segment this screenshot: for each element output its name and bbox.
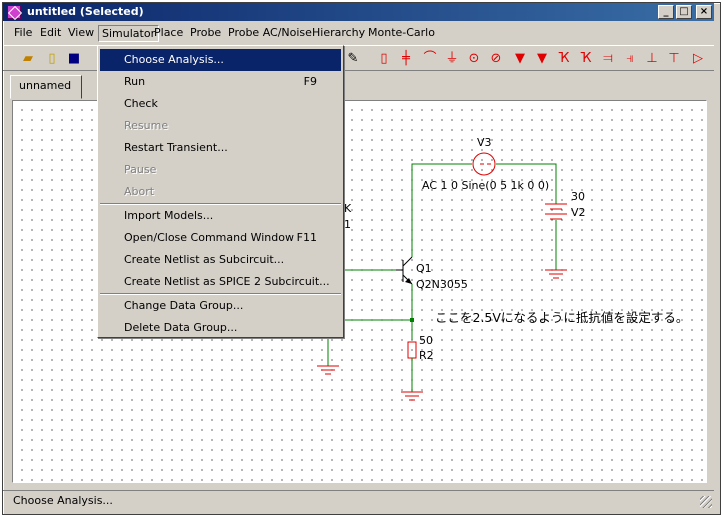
menu-item-resume: Resume — [124, 119, 169, 132]
menu-item-pause: Pause — [124, 163, 157, 176]
ground-symbol — [545, 269, 567, 279]
annotation-text: ここを2.5Vになるように抵抗値を設定する。 — [435, 310, 688, 325]
wire — [411, 163, 472, 257]
v2-battery — [545, 203, 567, 220]
ground-symbol — [317, 365, 339, 375]
resize-grip-icon[interactable] — [700, 496, 712, 508]
partial-label: K — [344, 202, 352, 215]
menu-item-check[interactable]: Check — [100, 93, 341, 115]
q1-emitter-arrow — [405, 278, 412, 284]
menu-item-abort: Abort — [124, 185, 155, 198]
v2-ref-label: V2 — [571, 206, 586, 219]
menu-item-delete-data-group[interactable]: Delete Data Group... — [100, 317, 341, 339]
partial-label: 1 — [344, 218, 351, 231]
v3-value-label: AC 1 0 Sine(0 5 1k 0 0) — [422, 179, 549, 192]
r2-ref-label: R2 — [419, 349, 434, 362]
r2-resistor — [407, 341, 417, 359]
v3-ref-label: V3 — [477, 136, 492, 149]
r2-value-label: 50 — [419, 334, 433, 347]
v2-value-label: 30 — [571, 190, 585, 203]
menu-item-netlist-subcircuit[interactable]: Create Netlist as Subcircuit... — [100, 249, 341, 271]
junction-dot — [410, 318, 414, 322]
menu-item-netlist-spice2-subcircuit[interactable]: Create Netlist as SPICE 2 Subcircuit... — [100, 271, 341, 293]
status-bar: Choose Analysis... — [3, 490, 714, 510]
ground-symbol — [401, 391, 423, 401]
menu-item-command-window[interactable]: Open/Close Command Window F11 — [100, 227, 341, 249]
v3-source — [472, 152, 496, 176]
menu-item-run[interactable]: Run F9 — [100, 71, 341, 93]
menu-item-change-data-group[interactable]: Change Data Group... — [100, 295, 341, 317]
menu-item-restart-transient[interactable]: Restart Transient... — [100, 137, 341, 159]
q1-model-label: Q2N3055 — [416, 278, 468, 291]
menu-item-import-models[interactable]: Import Models... — [100, 205, 341, 227]
simulator-dropdown: Choose Analysis... Run F9 Check Resume Re… — [97, 45, 344, 338]
menu-item-choose-analysis[interactable]: Choose Analysis... — [100, 49, 341, 71]
status-text: Choose Analysis... — [13, 494, 113, 507]
q1-ref-label: Q1 — [416, 262, 432, 275]
